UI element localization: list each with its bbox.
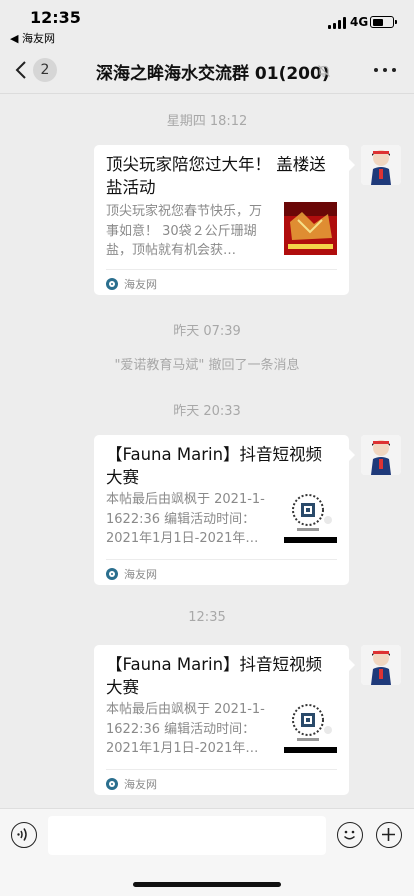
card-divider (106, 559, 337, 560)
link-card[interactable]: 【Fauna Marin】抖音短视频大赛 本帖最后由飒枫于 2021-1-162… (94, 645, 355, 795)
card-source: 海友网 (106, 276, 157, 292)
card-description: 本帖最后由飒枫于 2021-1-1622:36 编辑活动时间：2021年1月1日… (106, 702, 265, 756)
card-title: 【Fauna Marin】抖音短视频大赛 (106, 655, 323, 697)
chat-title: 深海之眸海水交流群 01(200) (96, 64, 330, 84)
card-title: 【Fauna Marin】抖音短视频大赛 (106, 445, 323, 487)
card-description: 顶尖玩家祝您春节快乐，万事如意！ 30袋２公斤珊瑚盐，顶帖就有机会获… (106, 204, 263, 258)
avatar[interactable] (361, 435, 401, 475)
link-card[interactable]: 顶尖玩家陪您过大年！ 盖楼送盐活动 顶尖玩家祝您春节快乐，万事如意！ 30袋２公… (94, 145, 355, 295)
time-divider: 12:35 (188, 610, 226, 625)
time-divider: 昨天 07:39 (173, 324, 241, 339)
source-label: 海友网 (124, 278, 157, 291)
chat-header: 2 深海之眸海水交流群 01(200) (0, 46, 414, 94)
voice-icon[interactable] (11, 822, 37, 848)
mute-bell-icon (317, 63, 331, 82)
status-bar: 12:35 ◀ 海友网 4G (0, 0, 414, 46)
card-thumbnail (284, 202, 337, 255)
plus-icon[interactable] (376, 822, 402, 848)
card-source: 海友网 (106, 776, 157, 792)
card-divider (106, 769, 337, 770)
signal-icon (328, 17, 346, 29)
avatar[interactable] (361, 645, 401, 685)
battery-icon (370, 16, 397, 28)
link-card[interactable]: 【Fauna Marin】抖音短视频大赛 本帖最后由飒枫于 2021-1-162… (94, 435, 355, 585)
source-label: 海友网 (124, 568, 157, 581)
card-thumbnail (284, 700, 337, 753)
card-description: 本帖最后由飒枫于 2021-1-1622:36 编辑活动时间：2021年1月1日… (106, 492, 265, 546)
message-input[interactable] (48, 816, 326, 855)
time-divider: 昨天 20:33 (173, 404, 241, 419)
avatar[interactable] (361, 145, 401, 185)
card-title: 顶尖玩家陪您过大年！ 盖楼送盐活动 (106, 155, 326, 197)
more-dots-icon[interactable] (374, 68, 396, 74)
source-logo-icon (106, 568, 118, 580)
status-time: 12:35 (30, 8, 81, 27)
source-logo-icon (106, 278, 118, 290)
unread-count-badge[interactable]: 2 (33, 58, 57, 82)
home-indicator[interactable] (133, 882, 281, 887)
recall-notice: "爱诺教育马斌" 撤回了一条消息 (114, 358, 300, 373)
chevron-left-icon[interactable] (12, 58, 34, 82)
emoji-icon[interactable] (337, 822, 363, 848)
source-label: 海友网 (124, 778, 157, 791)
back-to-app-link[interactable]: ◀ 海友网 (10, 30, 55, 46)
card-divider (106, 269, 337, 270)
source-logo-icon (106, 778, 118, 790)
network-type: 4G (350, 15, 369, 29)
card-source: 海友网 (106, 566, 157, 582)
card-thumbnail (284, 490, 337, 543)
time-divider: 星期四 18:12 (166, 114, 248, 129)
